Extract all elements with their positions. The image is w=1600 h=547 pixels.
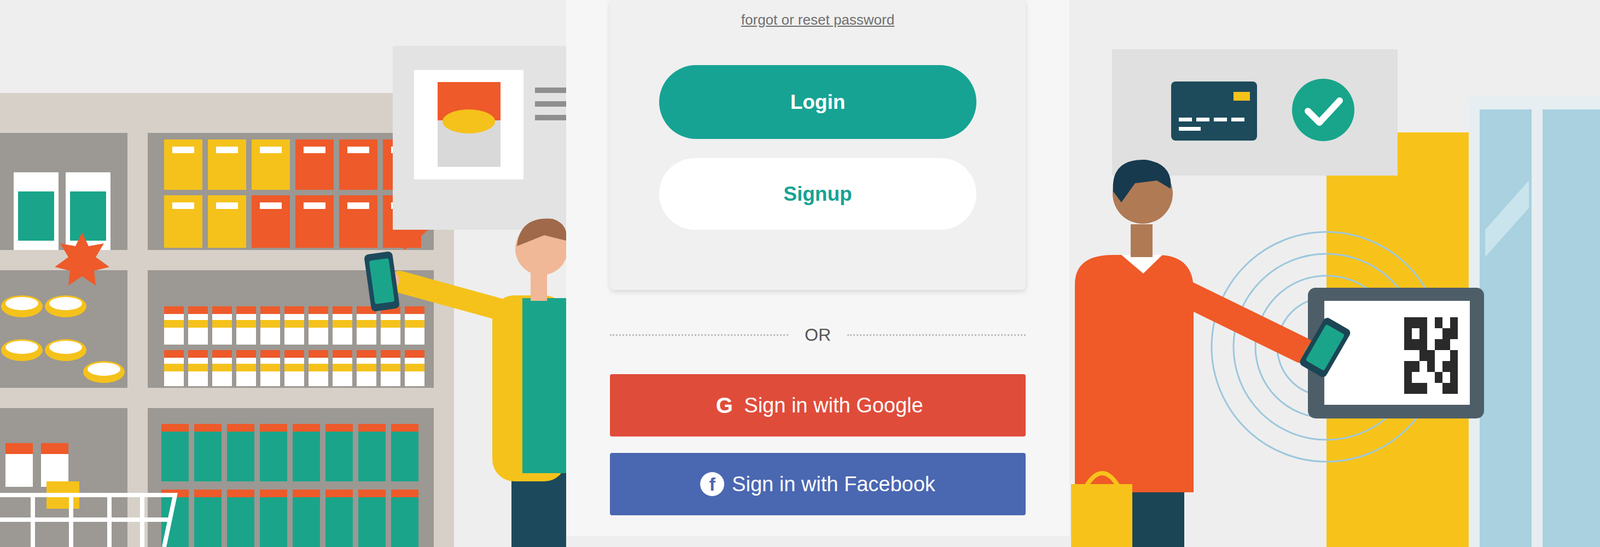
social-signin-button[interactable]: GSign in with Google <box>609 374 1026 437</box>
store-shelves-illustration <box>0 0 567 547</box>
divider-line <box>609 334 789 336</box>
or-label: OR <box>804 324 831 346</box>
divider-line <box>847 334 1026 336</box>
boxes-row <box>13 139 422 250</box>
shelf-unit <box>0 92 455 547</box>
login-button[interactable]: Login <box>659 65 977 139</box>
teal-boxes-row <box>5 423 419 547</box>
brand-logo-icon: G <box>712 393 737 418</box>
qr-code-icon <box>1404 317 1458 394</box>
check-icon <box>1292 78 1355 142</box>
login-panel: forgot or reset passwordLoginSignupORGSi… <box>566 0 1070 537</box>
nfc-waves-icon <box>1211 231 1442 462</box>
customer-person <box>1071 159 1352 547</box>
cans-row <box>1 295 425 387</box>
shopper-person <box>363 218 567 547</box>
social-buttons: GSign in with Google fSign in with Facebo… <box>609 374 1026 516</box>
shopping-cart-icon <box>0 481 176 547</box>
brand-logo-icon: f <box>700 472 725 497</box>
product-bubble <box>392 45 567 250</box>
credit-card-icon <box>1171 81 1258 141</box>
or-divider: OR <box>609 323 1026 346</box>
social-button-label: Sign in with Facebook <box>731 472 936 497</box>
social-button-label: Sign in with Google <box>743 393 923 418</box>
checkout-illustration <box>1069 0 1600 547</box>
sale-badge-icon <box>54 232 110 286</box>
signup-button[interactable]: Signup <box>659 158 977 230</box>
login-card: forgot or reset password Login Signup <box>609 0 1026 290</box>
shopping-bag-icon <box>1071 473 1133 547</box>
payment-bubble <box>1112 49 1398 176</box>
social-signin-button[interactable]: fSign in with Facebook <box>609 452 1026 516</box>
glass-door <box>1468 96 1600 547</box>
forgot-password-link[interactable]: forgot or reset password <box>741 9 895 30</box>
login-screen: forgot or reset passwordLoginSignupORGSi… <box>0 0 1600 547</box>
